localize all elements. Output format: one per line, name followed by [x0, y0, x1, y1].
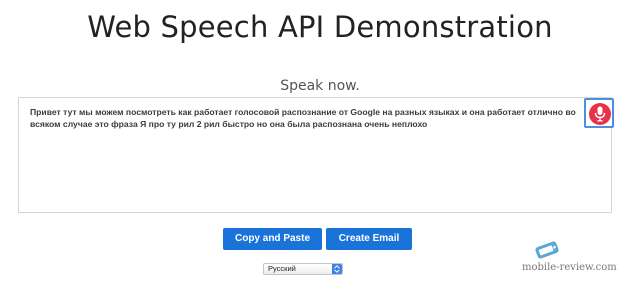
transcript-box[interactable]: Привет тут мы можем посмотреть как работ…	[18, 97, 612, 213]
updown-arrows-icon	[332, 264, 342, 274]
page-title: Web Speech API Demonstration	[87, 10, 553, 44]
create-email-button[interactable]: Create Email	[326, 228, 412, 250]
status-text: Speak now.	[280, 78, 360, 94]
microphone-button[interactable]	[584, 98, 614, 128]
page: Web Speech API Demonstration Speak now. …	[0, 0, 640, 302]
transcript-text: Привет тут мы можем посмотреть как работ…	[30, 107, 576, 129]
watermark: mobile-review.com	[522, 240, 632, 280]
copy-and-paste-button[interactable]: Copy and Paste	[223, 228, 322, 250]
mobile-review-logo-icon	[535, 241, 559, 259]
language-select-value: Русский	[268, 264, 296, 273]
microphone-icon	[589, 103, 611, 125]
language-select[interactable]: Русский	[263, 263, 343, 275]
watermark-text: mobile-review.com	[522, 262, 617, 273]
